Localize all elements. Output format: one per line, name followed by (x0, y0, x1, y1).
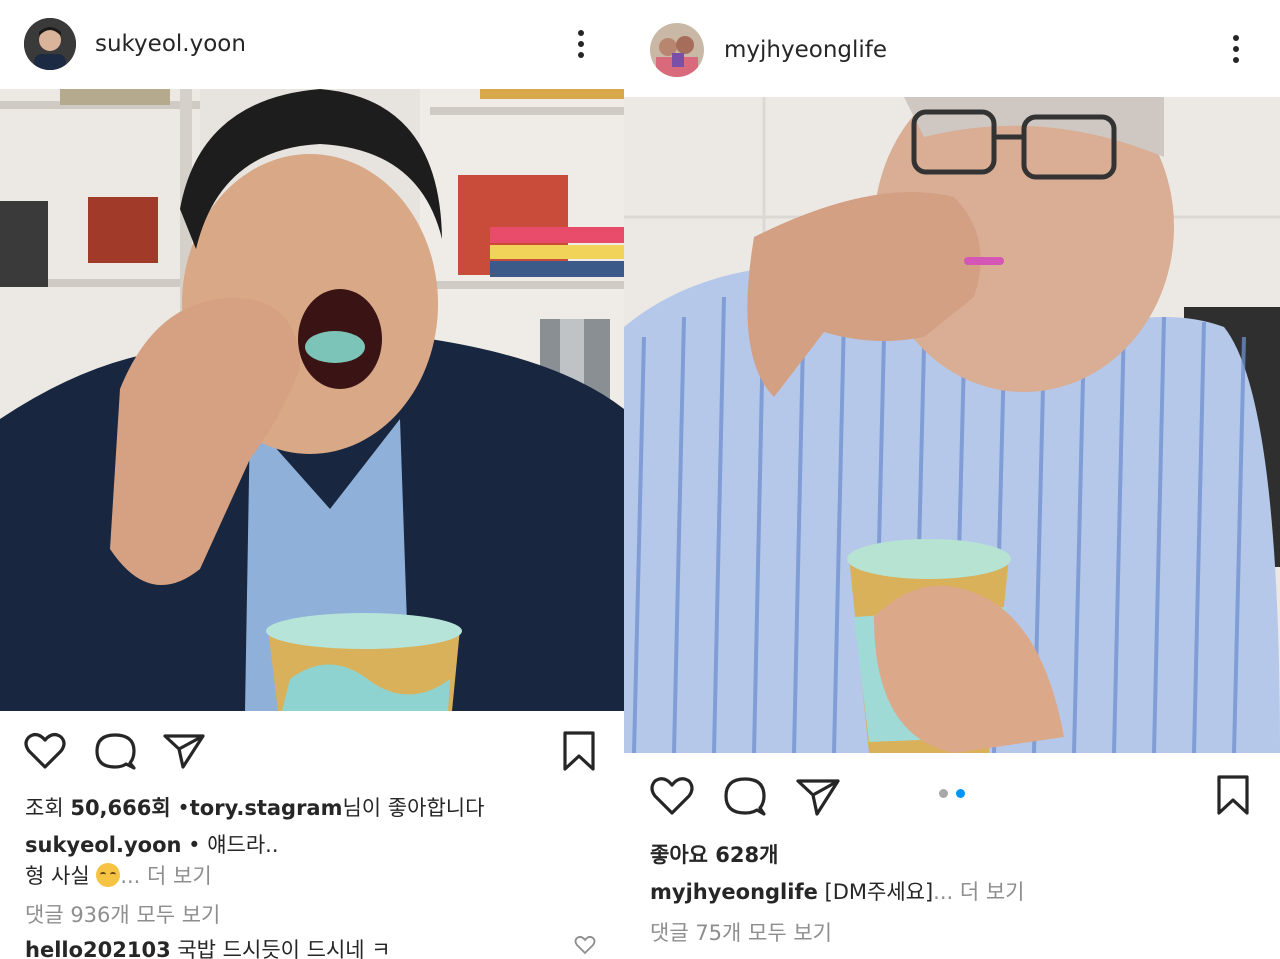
views-count: 50,666회 (70, 796, 171, 820)
comment-user[interactable]: hello202103 (25, 938, 171, 959)
post-photo[interactable] (0, 89, 624, 711)
carousel-dot (939, 789, 948, 798)
liked-by-suffix: 님이 좋아합니다 (342, 796, 485, 820)
avatar[interactable] (650, 23, 704, 77)
comment-preview: hello202103 국밥 드시듯이 드시네 ㅋ (25, 934, 391, 959)
likes-count: 628개 (715, 843, 779, 867)
caption-text: [DM주세요] (817, 880, 934, 904)
action-bar (624, 771, 1280, 819)
view-all-comments[interactable]: 댓글 936개 모두 보기 (25, 899, 220, 929)
bookmark-icon[interactable] (1215, 774, 1251, 816)
more-vertical-icon[interactable] (1232, 35, 1240, 63)
send-icon[interactable] (163, 733, 205, 769)
username[interactable]: sukyeol.yoon (95, 31, 246, 57)
carousel-indicator (939, 789, 965, 798)
username[interactable]: myjhyeonglife (724, 37, 887, 63)
comment-text: 국밥 드시듯이 드시네 ㅋ (170, 938, 391, 959)
likes-line[interactable]: 좋아요 628개 (650, 839, 778, 869)
caption-user[interactable]: myjhyeonglife (650, 880, 818, 904)
heart-icon[interactable] (24, 732, 66, 770)
caption-line-2: 형 사실 ... 더 보기 (25, 860, 212, 890)
views-line: 조회 50,666회 •tory.stagram님이 좋아합니다 (25, 792, 484, 822)
post-right: myjhyeonglife 좋아요 628개 myjhyeonglife [DM… (624, 0, 1280, 959)
send-icon[interactable] (796, 778, 840, 816)
emoji-icon (96, 863, 121, 887)
post-photo[interactable] (624, 97, 1280, 753)
liked-by-user[interactable]: tory.stagram (190, 796, 343, 820)
more-link[interactable]: ... 더 보기 (120, 864, 211, 888)
caption-text: • 얘드라.. (181, 833, 279, 857)
caption-text-2: 형 사실 (25, 864, 97, 888)
caption: myjhyeonglife [DM주세요]... 더 보기 (650, 876, 1025, 906)
view-all-comments[interactable]: 댓글 75개 모두 보기 (650, 917, 832, 947)
likes-label: 좋아요 (650, 843, 708, 867)
more-vertical-icon[interactable] (577, 30, 585, 58)
heart-small-icon[interactable] (574, 935, 596, 955)
separator: • (177, 796, 190, 820)
avatar[interactable] (24, 18, 76, 70)
views-label: 조회 (25, 796, 64, 820)
comment-icon[interactable] (723, 775, 767, 817)
post-header: sukyeol.yoon (0, 16, 624, 72)
more-link[interactable]: ... 더 보기 (933, 880, 1024, 904)
carousel-dot (956, 789, 965, 798)
post-header: myjhyeonglife (624, 20, 1280, 80)
caption-user[interactable]: sukyeol.yoon (25, 833, 181, 857)
action-bar (0, 727, 624, 775)
caption: sukyeol.yoon • 얘드라.. (25, 829, 279, 859)
comment-icon[interactable] (94, 731, 136, 771)
heart-icon[interactable] (650, 776, 694, 816)
post-left: sukyeol.yoon 조회 50,666회 •tory.stagram님이 … (0, 0, 624, 959)
bookmark-icon[interactable] (561, 730, 597, 772)
